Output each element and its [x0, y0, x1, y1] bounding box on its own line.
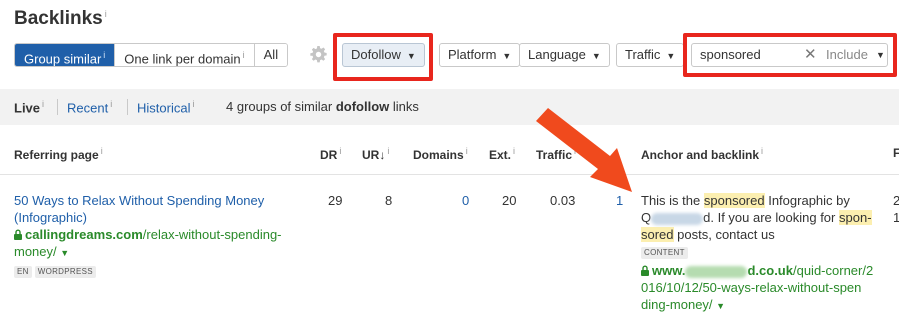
annotation-arrow-icon — [536, 108, 632, 192]
